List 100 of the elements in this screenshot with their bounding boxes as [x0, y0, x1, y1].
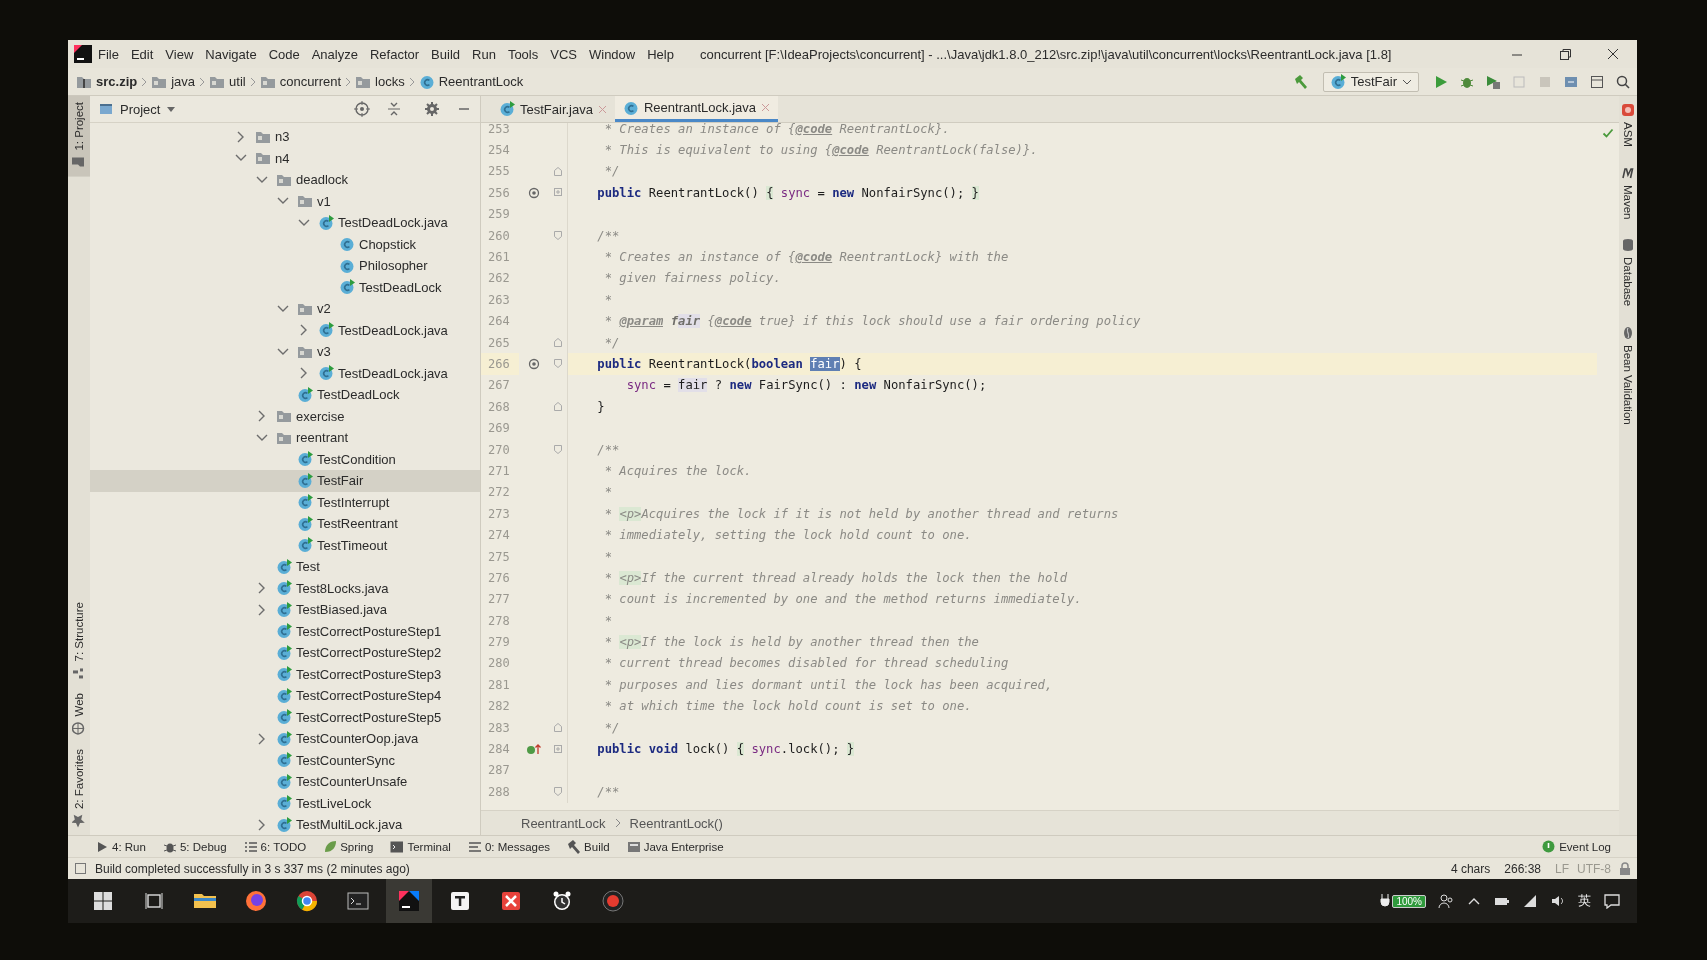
volume-icon[interactable] — [1550, 893, 1566, 909]
override-marker-icon[interactable] — [527, 185, 541, 200]
view-selector-dropdown[interactable]: Project — [120, 101, 177, 117]
tree-item[interactable]: TestCounterUnsafe — [90, 771, 480, 793]
tree-item[interactable]: v3 — [90, 341, 480, 363]
input-method-indicator[interactable]: 英 — [1578, 892, 1591, 910]
tree-item[interactable]: Chopstick — [90, 233, 480, 255]
tool-window-button[interactable]: 0: Messages — [460, 838, 557, 855]
tree-item[interactable]: TestCorrectPostureStep4 — [90, 685, 480, 707]
menu-item[interactable]: Build — [425, 46, 466, 62]
panel-toggle-icon[interactable] — [74, 862, 87, 875]
tree-item[interactable]: v2 — [90, 298, 480, 320]
tree-item[interactable]: Test — [90, 556, 480, 578]
tool-window-button[interactable]: ASM — [1619, 96, 1637, 159]
tool-window-button[interactable]: Event Log — [1536, 840, 1617, 853]
fold-marker-icon[interactable] — [553, 337, 563, 349]
tree-item[interactable]: TestDeadLock — [90, 384, 480, 406]
tool-window-button[interactable]: 2: Favorites — [68, 742, 90, 835]
menu-item[interactable]: Run — [466, 46, 502, 62]
fold-marker-icon[interactable] — [553, 358, 563, 370]
breadcrumb-item[interactable]: util — [207, 74, 248, 89]
breadcrumb-item[interactable]: locks — [353, 74, 407, 89]
settings-icon[interactable] — [424, 101, 440, 117]
menu-item[interactable]: Code — [262, 46, 306, 62]
notification-icon[interactable] — [1603, 893, 1621, 909]
menu-item[interactable]: Refactor — [363, 46, 426, 62]
tool-window-button[interactable]: 4: Run — [88, 838, 152, 855]
tree-item[interactable]: TestInterrupt — [90, 491, 480, 513]
menu-item[interactable]: Tools — [501, 46, 545, 62]
tree-item[interactable]: TestCorrectPostureStep2 — [90, 642, 480, 664]
menu-item[interactable]: Edit — [124, 46, 160, 62]
tree-item[interactable]: TestFair — [90, 470, 480, 492]
breadcrumb-item[interactable]: ReentrantLock — [416, 73, 526, 90]
menu-item[interactable]: Help — [641, 46, 680, 62]
hammer-icon[interactable] — [1292, 73, 1309, 90]
fold-marker-icon[interactable] — [553, 722, 563, 734]
record-icon[interactable] — [599, 887, 627, 915]
breadcrumb-item[interactable]: java — [149, 74, 198, 89]
tree-item[interactable]: TestDeadLock.java — [90, 362, 480, 384]
tree-item[interactable]: TestDeadLock.java — [90, 319, 480, 341]
tree-item[interactable]: TestDeadLock — [90, 276, 480, 298]
tool-window-button[interactable]: 7: Structure — [68, 596, 90, 688]
lock-icon[interactable] — [1619, 861, 1631, 876]
tool-window-button[interactable]: Spring — [316, 838, 380, 855]
fold-marker-icon[interactable] — [553, 401, 563, 413]
editor-tab[interactable]: ReentrantLock.java — [615, 96, 778, 122]
start-icon[interactable] — [93, 891, 113, 911]
caret-position[interactable]: 266:38 — [1504, 861, 1541, 876]
tree-item[interactable]: exercise — [90, 405, 480, 427]
breadcrumb-item[interactable]: src.zip — [74, 74, 140, 89]
tree-item[interactable]: n4 — [90, 147, 480, 169]
tree-item[interactable]: TestCounterSync — [90, 749, 480, 771]
coverage-icon[interactable] — [1485, 73, 1501, 90]
menu-item[interactable]: Navigate — [199, 46, 263, 62]
tool-window-button[interactable]: Bean Validation — [1619, 318, 1637, 437]
tool-window-button[interactable]: Java Enterprise — [619, 838, 730, 855]
tree-item[interactable]: TestCorrectPostureStep5 — [90, 706, 480, 728]
tree-item[interactable]: TestCounterOop.java — [90, 728, 480, 750]
tree-item[interactable]: TestCorrectPostureStep3 — [90, 663, 480, 685]
breadcrumb-item[interactable]: ReentrantLock() — [629, 815, 723, 831]
override-marker-icon[interactable] — [527, 357, 541, 371]
fold-marker-icon[interactable] — [553, 444, 563, 456]
collapse-all-icon[interactable] — [386, 101, 402, 117]
search-icon[interactable] — [1615, 73, 1631, 90]
tree-item[interactable]: TestCondition — [90, 448, 480, 470]
tree-item[interactable]: v1 — [90, 190, 480, 212]
tree-item[interactable]: TestDeadLock.java — [90, 212, 480, 234]
tree-item[interactable]: TestCorrectPostureStep1 — [90, 620, 480, 642]
tree-item[interactable]: reentrant — [90, 427, 480, 449]
menu-item[interactable]: VCS — [544, 46, 583, 62]
tool-window-button[interactable]: Web — [68, 687, 90, 743]
run-configuration-dropdown[interactable]: TestFair — [1322, 71, 1419, 92]
tree-item[interactable]: deadlock — [90, 169, 480, 191]
menu-item[interactable]: Analyze — [305, 46, 364, 62]
layout-icon[interactable] — [1589, 73, 1605, 90]
menu-item[interactable]: Window — [582, 46, 642, 62]
tool-window-button[interactable]: 6: TODO — [236, 838, 313, 855]
tree-item[interactable]: n3 — [90, 126, 480, 148]
tree-item[interactable]: TestBiased.java — [90, 599, 480, 621]
menu-item[interactable]: File — [92, 46, 125, 62]
tool-window-button[interactable]: 1: Project — [68, 96, 90, 177]
tree-item[interactable]: TestReentrant — [90, 513, 480, 535]
tool-window-button[interactable]: 5: Debug — [155, 838, 233, 855]
tool-window-button[interactable]: Terminal — [383, 838, 457, 855]
breadcrumb-item[interactable]: ReentrantLock — [521, 815, 606, 831]
fold-marker-icon[interactable] — [553, 165, 563, 177]
fold-marker-icon[interactable] — [553, 230, 563, 242]
tree-item[interactable]: TestTimeout — [90, 534, 480, 556]
run-icon[interactable] — [1433, 73, 1449, 90]
task-view-icon[interactable] — [144, 891, 164, 911]
editor-tab[interactable]: TestFair.java — [491, 96, 615, 122]
tree-item[interactable]: Test8Locks.java — [90, 577, 480, 599]
people-icon[interactable] — [1438, 893, 1454, 909]
tool-window-button[interactable]: Build — [560, 838, 616, 855]
fold-marker-icon[interactable] — [553, 743, 563, 755]
breadcrumb-item[interactable]: concurrent — [257, 74, 344, 89]
network-icon[interactable] — [1522, 893, 1538, 909]
fold-marker-icon[interactable] — [553, 187, 563, 199]
tool-window-button[interactable]: Database — [1619, 231, 1637, 319]
tree-item[interactable]: TestMultiLock.java — [90, 814, 480, 835]
